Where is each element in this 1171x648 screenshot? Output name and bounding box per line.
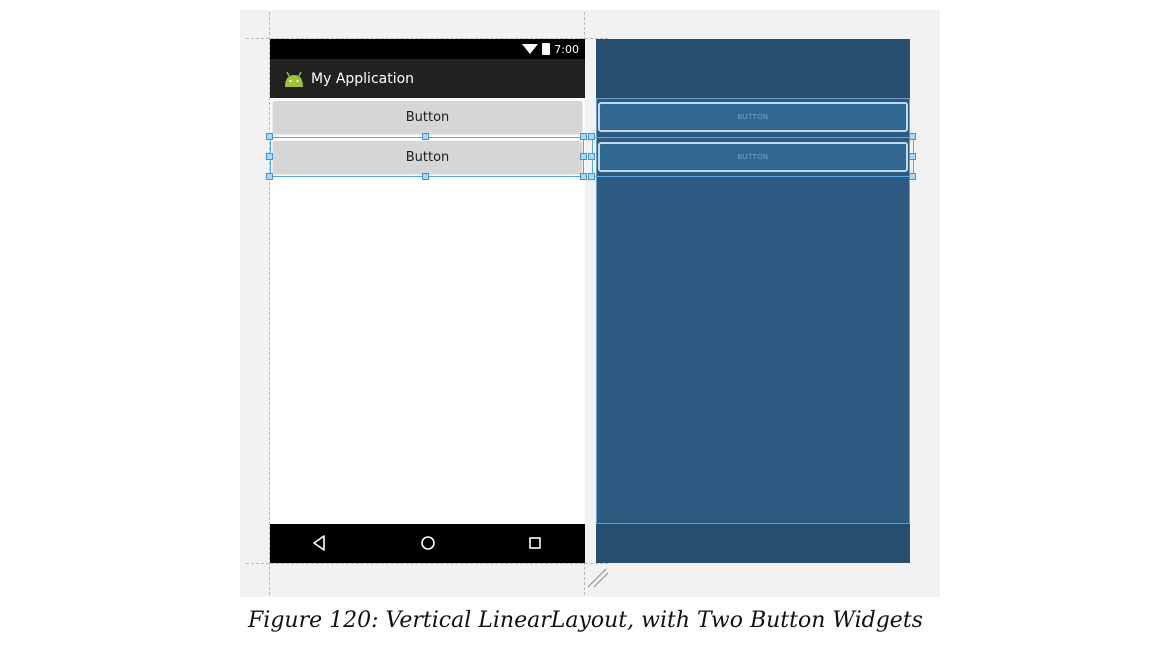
resize-handle[interactable]	[588, 133, 595, 140]
app-title: My Application	[311, 70, 415, 87]
recents-icon[interactable]	[527, 534, 543, 556]
button-2[interactable]: Button	[273, 141, 582, 173]
resize-handle[interactable]	[909, 173, 916, 180]
status-time: 7:00	[554, 42, 579, 56]
figure-caption: Figure 120: Vertical LinearLayout, with …	[248, 608, 923, 633]
android-icon	[284, 70, 304, 88]
resize-handle[interactable]	[580, 153, 587, 160]
design-view[interactable]: 7:00 My Application Button Button	[270, 39, 585, 563]
resize-handle[interactable]	[588, 153, 595, 160]
guide-bottom	[246, 563, 608, 564]
app-bar: My Application	[270, 59, 585, 98]
home-icon[interactable]	[419, 534, 437, 556]
battery-icon	[542, 43, 551, 55]
resize-handle[interactable]	[909, 153, 916, 160]
resize-handle[interactable]	[422, 173, 429, 180]
blueprint-button-2[interactable]: BUTTON	[598, 142, 908, 172]
resize-handle[interactable]	[909, 133, 916, 140]
resize-handle[interactable]	[580, 173, 587, 180]
button-1[interactable]: Button	[273, 101, 582, 133]
resize-grip-icon[interactable]	[586, 565, 610, 589]
resize-handle[interactable]	[266, 133, 273, 140]
nav-bar	[270, 524, 585, 563]
resize-handle[interactable]	[266, 173, 273, 180]
wifi-icon	[522, 44, 539, 54]
resize-handle[interactable]	[422, 133, 429, 140]
resize-handle[interactable]	[588, 173, 595, 180]
blueprint-view[interactable]: BUTTON BUTTON	[596, 39, 910, 563]
back-icon[interactable]	[311, 534, 327, 556]
status-bar: 7:00	[270, 39, 585, 59]
resize-handle[interactable]	[266, 153, 273, 160]
resize-handle[interactable]	[580, 133, 587, 140]
blueprint-button-1[interactable]: BUTTON	[598, 102, 908, 132]
